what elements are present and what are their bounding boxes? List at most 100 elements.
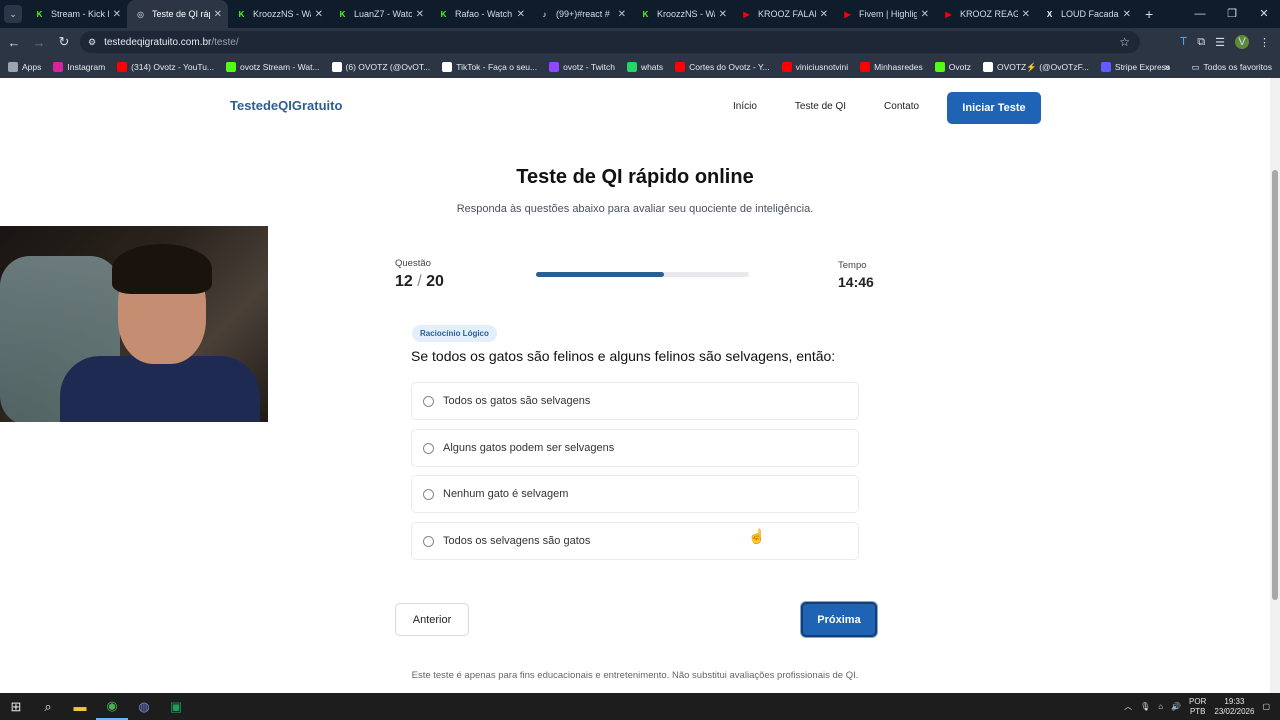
browser-tab[interactable]: ▶ Fivem | Highlig ✕ xyxy=(834,0,935,28)
notifications-icon[interactable]: ▢ xyxy=(1262,702,1270,711)
site-info-icon[interactable]: ⚙ xyxy=(88,37,96,48)
browser-tab[interactable]: X LOUD Facada1 ✕ xyxy=(1036,0,1137,28)
answer-option[interactable]: Todos os gatos são selvagens xyxy=(411,382,859,420)
file-explorer-icon[interactable]: ▬ xyxy=(64,693,96,720)
radio-icon[interactable] xyxy=(423,488,434,500)
forward-icon[interactable]: → xyxy=(28,31,50,53)
nav-contato[interactable]: Contato xyxy=(884,101,919,112)
tab-close-icon[interactable]: ✕ xyxy=(416,9,424,20)
bookmark-item[interactable]: Minhasredes xyxy=(860,62,923,73)
browser-tab[interactable]: K LuanZ7 - Watc ✕ xyxy=(329,0,430,28)
tab-favicon-icon: X xyxy=(1046,9,1053,19)
restore-icon[interactable]: ❐ xyxy=(1216,0,1248,28)
answer-option[interactable]: Nenhum gato é selvagem xyxy=(411,475,859,513)
bookmark-item[interactable]: ovotz - Twitch xyxy=(549,62,615,73)
bookmark-item[interactable]: OVOTZ⚡ (@OvOTzF... xyxy=(982,62,1089,73)
progress-fill xyxy=(536,272,664,277)
profile-avatar[interactable]: V xyxy=(1235,35,1249,49)
bookmark-item[interactable]: Cortes do Ovotz - Y... xyxy=(675,62,770,73)
url-bar[interactable]: ⚙ testedeqigratuito.com.br/teste/ ☆ xyxy=(80,31,1140,53)
tab-close-icon[interactable]: ✕ xyxy=(113,9,121,20)
timer-value: 14:46 xyxy=(838,274,874,290)
excel-icon[interactable]: ▣ xyxy=(160,693,192,720)
bookmark-item[interactable]: (6) OVOTZ (@OvOT... xyxy=(331,62,430,73)
tab-close-icon[interactable]: ✕ xyxy=(618,9,626,20)
start-menu-icon[interactable]: ⊞ xyxy=(0,693,32,720)
reload-icon[interactable]: ↻ xyxy=(53,31,75,53)
all-bookmarks[interactable]: ▭ Todos os favoritos xyxy=(1191,62,1272,73)
bookmark-favicon-icon xyxy=(934,62,945,72)
next-button[interactable]: Próxima xyxy=(801,602,877,637)
counter-separator: / xyxy=(417,273,427,290)
bookmark-favicon-icon xyxy=(53,62,64,72)
previous-button[interactable]: Anterior xyxy=(395,603,469,636)
reading-list-icon[interactable]: ☰ xyxy=(1215,36,1225,49)
bookmark-item[interactable]: TikTok - Faça o seu... xyxy=(442,62,537,73)
scrollbar-thumb[interactable] xyxy=(1272,170,1278,600)
keyboard-layout: PTB xyxy=(1189,706,1206,716)
question-counter: 12 / 20 xyxy=(395,273,444,291)
answer-option-label: Todos os selvagens são gatos xyxy=(443,535,591,547)
bookmark-item[interactable]: Stripe Express xyxy=(1100,62,1170,73)
tab-close-icon[interactable]: ✕ xyxy=(1123,9,1131,20)
new-tab-button[interactable]: + xyxy=(1145,6,1153,22)
minimize-icon[interactable]: — xyxy=(1184,0,1216,28)
bookmark-item[interactable]: whats xyxy=(626,62,663,73)
volume-icon[interactable]: 🔊 xyxy=(1171,702,1181,711)
nav-teste-de-qi[interactable]: Teste de QI xyxy=(795,101,846,112)
bookmark-item[interactable]: Instagram xyxy=(53,62,105,73)
tab-close-icon[interactable]: ✕ xyxy=(214,9,222,20)
browser-tab[interactable]: K Stream - Kick D ✕ xyxy=(26,0,127,28)
microphone-icon[interactable]: 🎙 xyxy=(1140,702,1150,711)
bookmark-star-icon[interactable]: ☆ xyxy=(1119,35,1130,49)
bookmark-item[interactable]: Apps xyxy=(8,62,41,73)
tab-favicon-icon: ◎ xyxy=(137,9,144,19)
browser-tab[interactable]: ◎ Teste de QI ráp ✕ xyxy=(127,0,228,28)
answer-option[interactable]: Alguns gatos podem ser selvagens xyxy=(411,429,859,467)
tab-close-icon[interactable]: ✕ xyxy=(1022,9,1030,20)
radio-icon[interactable] xyxy=(423,395,434,407)
nav-inicio[interactable]: Início xyxy=(733,101,757,112)
radio-icon[interactable] xyxy=(423,442,434,454)
tab-close-icon[interactable]: ✕ xyxy=(517,9,525,20)
search-icon[interactable]: ⌕ xyxy=(32,693,64,720)
radio-icon[interactable] xyxy=(423,535,434,547)
language-indicator[interactable]: POR PTB xyxy=(1189,697,1206,717)
tab-favicon-icon: ♪ xyxy=(542,9,547,19)
chrome-icon[interactable]: ◉ xyxy=(96,693,128,720)
browser-tab[interactable]: K KroozzNS - Wa ✕ xyxy=(228,0,329,28)
site-logo[interactable]: TestedeQIGratuito xyxy=(230,98,342,113)
translate-icon[interactable]: Ꭲ xyxy=(1181,36,1188,49)
bookmark-item[interactable]: ovotz Stream - Wat... xyxy=(226,62,320,73)
bookmark-favicon-icon xyxy=(8,62,18,72)
close-window-icon[interactable]: ✕ xyxy=(1248,0,1280,28)
tray-overflow-icon[interactable]: ︿ xyxy=(1124,701,1132,712)
progress-bar xyxy=(536,272,749,277)
browser-tab[interactable]: ▶ KROOZ FALAN ✕ xyxy=(733,0,834,28)
tab-title: Fivem | Highlig xyxy=(859,9,917,19)
browser-tab[interactable]: ▶ KROOZ REAGII ✕ xyxy=(935,0,1036,28)
system-clock[interactable]: 19:33 23/02/2026 xyxy=(1214,697,1254,717)
page-scrollbar[interactable] xyxy=(1270,78,1280,693)
back-icon[interactable]: ← xyxy=(3,31,25,53)
bookmarks-overflow-icon[interactable]: » xyxy=(1164,62,1170,73)
tab-close-icon[interactable]: ✕ xyxy=(820,9,828,20)
discord-icon[interactable]: ◍ xyxy=(128,693,160,720)
bookmark-item[interactable]: Ovotz xyxy=(934,62,971,73)
answer-option[interactable]: Todos os selvagens são gatos xyxy=(411,522,859,560)
tab-search-button[interactable]: ⌄ xyxy=(4,5,22,23)
start-test-button[interactable]: Iniciar Teste xyxy=(947,92,1041,124)
network-icon[interactable]: ⌂ xyxy=(1158,702,1163,711)
bookmark-label: (314) Ovotz - YouTu... xyxy=(131,62,215,72)
question-text: Se todos os gatos são felinos e alguns f… xyxy=(411,348,836,364)
browser-menu-icon[interactable]: ⋮ xyxy=(1259,36,1270,49)
browser-tab[interactable]: K Rafao - Watch ✕ xyxy=(430,0,531,28)
tab-close-icon[interactable]: ✕ xyxy=(719,9,727,20)
bookmark-item[interactable]: viniciusnotvini xyxy=(781,62,848,73)
browser-tab[interactable]: K KroozzNS - Wa ✕ xyxy=(632,0,733,28)
extensions-icon[interactable]: ⧉ xyxy=(1197,36,1205,49)
bookmark-item[interactable]: (314) Ovotz - YouTu... xyxy=(117,62,214,73)
browser-tab[interactable]: ♪ (99+)#react # ✕ xyxy=(531,0,632,28)
tab-close-icon[interactable]: ✕ xyxy=(921,9,929,20)
tab-close-icon[interactable]: ✕ xyxy=(315,9,323,20)
